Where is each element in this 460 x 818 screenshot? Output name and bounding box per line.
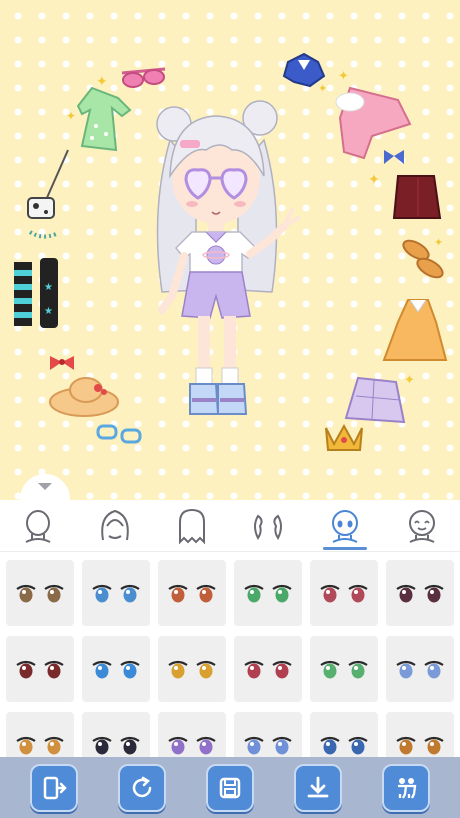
- eye-option[interactable]: [6, 636, 74, 702]
- side-hair-icon: [254, 514, 283, 540]
- head-icon: [25, 509, 51, 543]
- sunglasses-item[interactable]: [121, 67, 166, 88]
- eye-pair-icon: [244, 660, 292, 679]
- necklace-item[interactable]: [28, 230, 57, 239]
- svg-text:✦: ✦: [434, 236, 443, 249]
- svg-text:★: ★: [44, 306, 53, 317]
- eye-pair-icon: [92, 584, 140, 603]
- tab-hair[interactable]: [83, 500, 147, 552]
- gallery-icon: [398, 777, 417, 799]
- dressing-stage[interactable]: ✦ ✦ ★ ★ ✦ ✦ ✦ ✦ ✦: [0, 0, 460, 500]
- eye-pair-icon: [244, 736, 292, 755]
- bracelets-item[interactable]: [96, 424, 142, 444]
- refresh-icon: [132, 776, 152, 797]
- eye-option[interactable]: [234, 712, 302, 757]
- sun-hat-item[interactable]: [49, 377, 119, 417]
- eye-option[interactable]: [310, 712, 378, 757]
- handbag-item[interactable]: [27, 149, 69, 219]
- eye-option[interactable]: [82, 560, 150, 626]
- eye-pair-icon: [396, 736, 444, 755]
- crown-item[interactable]: [325, 423, 363, 451]
- chevron-down-icon: [38, 483, 52, 490]
- eye-pair-icon: [320, 736, 368, 755]
- svg-text:★: ★: [44, 282, 53, 293]
- eye-option[interactable]: [6, 712, 74, 757]
- svg-text:✦: ✦: [318, 82, 327, 95]
- bow-tie-item[interactable]: [384, 150, 404, 164]
- eye-option[interactable]: [234, 560, 302, 626]
- eye-pair-icon: [92, 660, 140, 679]
- eye-option[interactable]: [234, 636, 302, 702]
- download-button[interactable]: [294, 763, 342, 812]
- plaid-skirt-item[interactable]: [344, 376, 406, 424]
- eye-option[interactable]: [386, 560, 454, 626]
- eye-pair-icon: [168, 660, 216, 679]
- stage-artwork: ✦ ✦ ★ ★ ✦ ✦ ✦ ✦ ✦: [14, 52, 448, 451]
- striped-socks-item[interactable]: ★ ★: [14, 258, 58, 328]
- eye-pair-icon: [168, 584, 216, 603]
- eye-option[interactable]: [386, 712, 454, 757]
- eye-pair-icon: [92, 736, 140, 755]
- bottom-toolbar: [0, 757, 460, 818]
- red-skirt-item[interactable]: [392, 175, 442, 219]
- eye-option[interactable]: [82, 712, 150, 757]
- eye-options-grid: [0, 552, 460, 757]
- tab-side-hair[interactable]: [236, 500, 300, 552]
- eye-option[interactable]: [158, 636, 226, 702]
- eye-pair-icon: [16, 660, 64, 679]
- eye-option[interactable]: [386, 636, 454, 702]
- eye-option[interactable]: [310, 560, 378, 626]
- eye-pair-icon: [168, 736, 216, 755]
- reset-button[interactable]: [118, 763, 166, 812]
- svg-text:✦: ✦: [368, 172, 380, 188]
- download-icon: [307, 776, 329, 797]
- svg-text:✦: ✦: [404, 373, 415, 388]
- svg-text:✦: ✦: [96, 74, 108, 90]
- pink-jacket-item[interactable]: [335, 86, 412, 160]
- orange-dress-item[interactable]: [382, 299, 448, 361]
- eye-option[interactable]: [310, 636, 378, 702]
- svg-text:✦: ✦: [338, 69, 349, 84]
- eye-pair-icon: [320, 584, 368, 603]
- hair-icon: [101, 509, 129, 540]
- eye-option[interactable]: [158, 560, 226, 626]
- gallery-button[interactable]: [382, 763, 430, 812]
- eye-option[interactable]: [158, 712, 226, 757]
- eye-pair-icon: [396, 584, 444, 603]
- tab-back-hair[interactable]: [160, 500, 224, 552]
- save-icon: [219, 777, 241, 798]
- face-eyes-icon: [331, 509, 358, 543]
- eye-pair-icon: [16, 736, 64, 755]
- green-dress-item[interactable]: [76, 86, 132, 152]
- eye-pair-icon: [320, 660, 368, 679]
- back-hair-icon: [178, 508, 205, 544]
- chibi-character: [156, 100, 300, 415]
- bow-item[interactable]: [50, 356, 74, 370]
- eye-pair-icon: [16, 584, 64, 603]
- eye-pair-icon: [244, 584, 292, 603]
- eye-option[interactable]: [6, 560, 74, 626]
- eye-pair-icon: [396, 660, 444, 679]
- save-button[interactable]: [206, 763, 254, 812]
- smiling-face-icon: [408, 509, 435, 543]
- eye-option[interactable]: [82, 636, 150, 702]
- category-tabs: [0, 500, 460, 552]
- exit-button[interactable]: [30, 763, 78, 812]
- tab-head[interactable]: [6, 500, 70, 552]
- tab-expression[interactable]: [390, 500, 454, 552]
- exit-icon: [43, 776, 67, 799]
- tab-eyes[interactable]: [313, 500, 377, 552]
- svg-text:✦: ✦: [66, 109, 76, 123]
